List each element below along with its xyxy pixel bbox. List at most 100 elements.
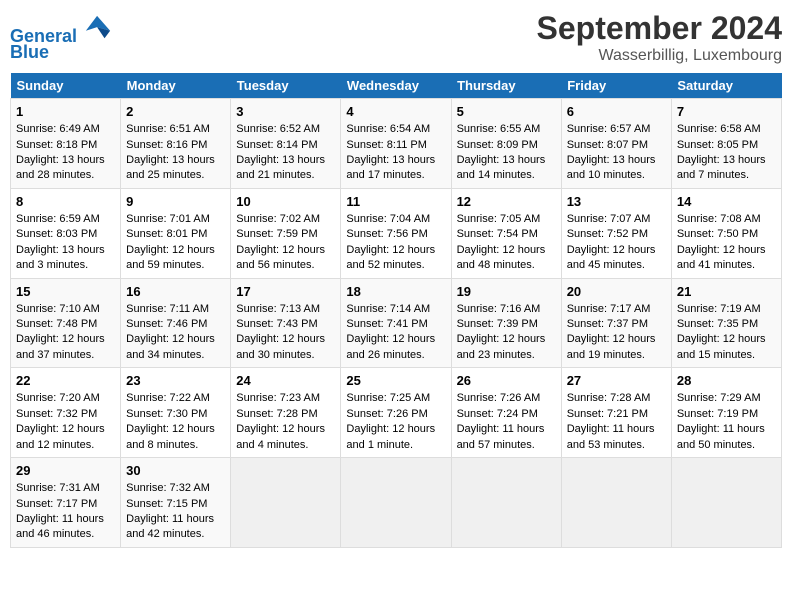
sunrise-text: Sunrise: 7:14 AM [346,303,430,315]
calendar-cell: 17 Sunrise: 7:13 AM Sunset: 7:43 PM Dayl… [231,278,341,368]
day-number: 18 [346,283,445,301]
sunset-text: Sunset: 7:30 PM [126,408,207,420]
day-number: 14 [677,193,776,211]
daylight-text: Daylight: 12 hours and 45 minutes. [567,244,656,271]
sunset-text: Sunset: 8:18 PM [16,139,97,151]
sunset-text: Sunset: 7:39 PM [457,318,538,330]
sunrise-text: Sunrise: 6:55 AM [457,123,541,135]
day-number: 8 [16,193,115,211]
day-header-sunday: Sunday [11,73,121,99]
sunrise-text: Sunrise: 6:54 AM [346,123,430,135]
calendar-cell: 14 Sunrise: 7:08 AM Sunset: 7:50 PM Dayl… [671,188,781,278]
sunrise-text: Sunrise: 6:51 AM [126,123,210,135]
day-number: 3 [236,103,335,121]
daylight-text: Daylight: 13 hours and 7 minutes. [677,154,766,181]
day-number: 24 [236,372,335,390]
sunset-text: Sunset: 8:09 PM [457,139,538,151]
sunrise-text: Sunrise: 7:01 AM [126,213,210,225]
day-header-saturday: Saturday [671,73,781,99]
calendar-cell: 29 Sunrise: 7:31 AM Sunset: 7:17 PM Dayl… [11,458,121,548]
calendar-cell: 15 Sunrise: 7:10 AM Sunset: 7:48 PM Dayl… [11,278,121,368]
calendar-cell: 26 Sunrise: 7:26 AM Sunset: 7:24 PM Dayl… [451,368,561,458]
day-number: 29 [16,462,115,480]
sunrise-text: Sunrise: 7:25 AM [346,392,430,404]
sunrise-text: Sunrise: 7:08 AM [677,213,761,225]
sunrise-text: Sunrise: 6:58 AM [677,123,761,135]
sunset-text: Sunset: 7:41 PM [346,318,427,330]
daylight-text: Daylight: 12 hours and 15 minutes. [677,333,766,360]
sunrise-text: Sunrise: 7:22 AM [126,392,210,404]
sunset-text: Sunset: 8:14 PM [236,139,317,151]
sunset-text: Sunset: 7:26 PM [346,408,427,420]
day-number: 27 [567,372,666,390]
day-number: 28 [677,372,776,390]
day-number: 20 [567,283,666,301]
calendar-cell: 20 Sunrise: 7:17 AM Sunset: 7:37 PM Dayl… [561,278,671,368]
sunset-text: Sunset: 7:21 PM [567,408,648,420]
daylight-text: Daylight: 13 hours and 10 minutes. [567,154,656,181]
calendar-cell: 4 Sunrise: 6:54 AM Sunset: 8:11 PM Dayli… [341,99,451,189]
day-number: 19 [457,283,556,301]
day-number: 1 [16,103,115,121]
days-header-row: SundayMondayTuesdayWednesdayThursdayFrid… [11,73,782,99]
sunrise-text: Sunrise: 7:23 AM [236,392,320,404]
daylight-text: Daylight: 12 hours and 19 minutes. [567,333,656,360]
sunrise-text: Sunrise: 7:29 AM [677,392,761,404]
sunset-text: Sunset: 7:43 PM [236,318,317,330]
calendar-cell [451,458,561,548]
calendar-cell: 21 Sunrise: 7:19 AM Sunset: 7:35 PM Dayl… [671,278,781,368]
sunrise-text: Sunrise: 7:28 AM [567,392,651,404]
daylight-text: Daylight: 11 hours and 46 minutes. [16,513,104,540]
sunrise-text: Sunrise: 7:16 AM [457,303,541,315]
day-number: 25 [346,372,445,390]
calendar-cell: 13 Sunrise: 7:07 AM Sunset: 7:52 PM Dayl… [561,188,671,278]
day-number: 26 [457,372,556,390]
sunset-text: Sunset: 7:50 PM [677,228,758,240]
daylight-text: Daylight: 13 hours and 28 minutes. [16,154,105,181]
sunrise-text: Sunrise: 7:10 AM [16,303,100,315]
sunrise-text: Sunrise: 6:57 AM [567,123,651,135]
sunrise-text: Sunrise: 7:02 AM [236,213,320,225]
day-header-monday: Monday [121,73,231,99]
sunset-text: Sunset: 8:05 PM [677,139,758,151]
sunrise-text: Sunrise: 7:32 AM [126,482,210,494]
daylight-text: Daylight: 12 hours and 52 minutes. [346,244,435,271]
calendar-cell: 6 Sunrise: 6:57 AM Sunset: 8:07 PM Dayli… [561,99,671,189]
day-number: 17 [236,283,335,301]
calendar-cell: 22 Sunrise: 7:20 AM Sunset: 7:32 PM Dayl… [11,368,121,458]
sunrise-text: Sunrise: 7:05 AM [457,213,541,225]
calendar-cell: 27 Sunrise: 7:28 AM Sunset: 7:21 PM Dayl… [561,368,671,458]
month-title: September 2024 [537,10,782,47]
day-number: 11 [346,193,445,211]
sunrise-text: Sunrise: 7:11 AM [126,303,209,315]
calendar-cell: 23 Sunrise: 7:22 AM Sunset: 7:30 PM Dayl… [121,368,231,458]
sunset-text: Sunset: 7:17 PM [16,498,97,510]
daylight-text: Daylight: 12 hours and 56 minutes. [236,244,325,271]
day-number: 16 [126,283,225,301]
calendar-cell: 28 Sunrise: 7:29 AM Sunset: 7:19 PM Dayl… [671,368,781,458]
day-header-wednesday: Wednesday [341,73,451,99]
sunset-text: Sunset: 7:48 PM [16,318,97,330]
sunset-text: Sunset: 7:54 PM [457,228,538,240]
daylight-text: Daylight: 11 hours and 50 minutes. [677,423,765,450]
calendar-cell: 11 Sunrise: 7:04 AM Sunset: 7:56 PM Dayl… [341,188,451,278]
calendar-cell: 5 Sunrise: 6:55 AM Sunset: 8:09 PM Dayli… [451,99,561,189]
sunrise-text: Sunrise: 7:20 AM [16,392,100,404]
location-title: Wasserbillig, Luxembourg [537,47,782,65]
calendar-cell: 25 Sunrise: 7:25 AM Sunset: 7:26 PM Dayl… [341,368,451,458]
calendar-cell: 18 Sunrise: 7:14 AM Sunset: 7:41 PM Dayl… [341,278,451,368]
daylight-text: Daylight: 11 hours and 53 minutes. [567,423,655,450]
day-number: 23 [126,372,225,390]
day-number: 10 [236,193,335,211]
sunset-text: Sunset: 7:19 PM [677,408,758,420]
daylight-text: Daylight: 13 hours and 21 minutes. [236,154,325,181]
sunset-text: Sunset: 7:46 PM [126,318,207,330]
day-number: 2 [126,103,225,121]
daylight-text: Daylight: 12 hours and 1 minute. [346,423,435,450]
daylight-text: Daylight: 12 hours and 59 minutes. [126,244,215,271]
daylight-text: Daylight: 11 hours and 42 minutes. [126,513,214,540]
calendar-cell: 24 Sunrise: 7:23 AM Sunset: 7:28 PM Dayl… [231,368,341,458]
calendar-cell: 12 Sunrise: 7:05 AM Sunset: 7:54 PM Dayl… [451,188,561,278]
day-number: 22 [16,372,115,390]
sunrise-text: Sunrise: 7:04 AM [346,213,430,225]
